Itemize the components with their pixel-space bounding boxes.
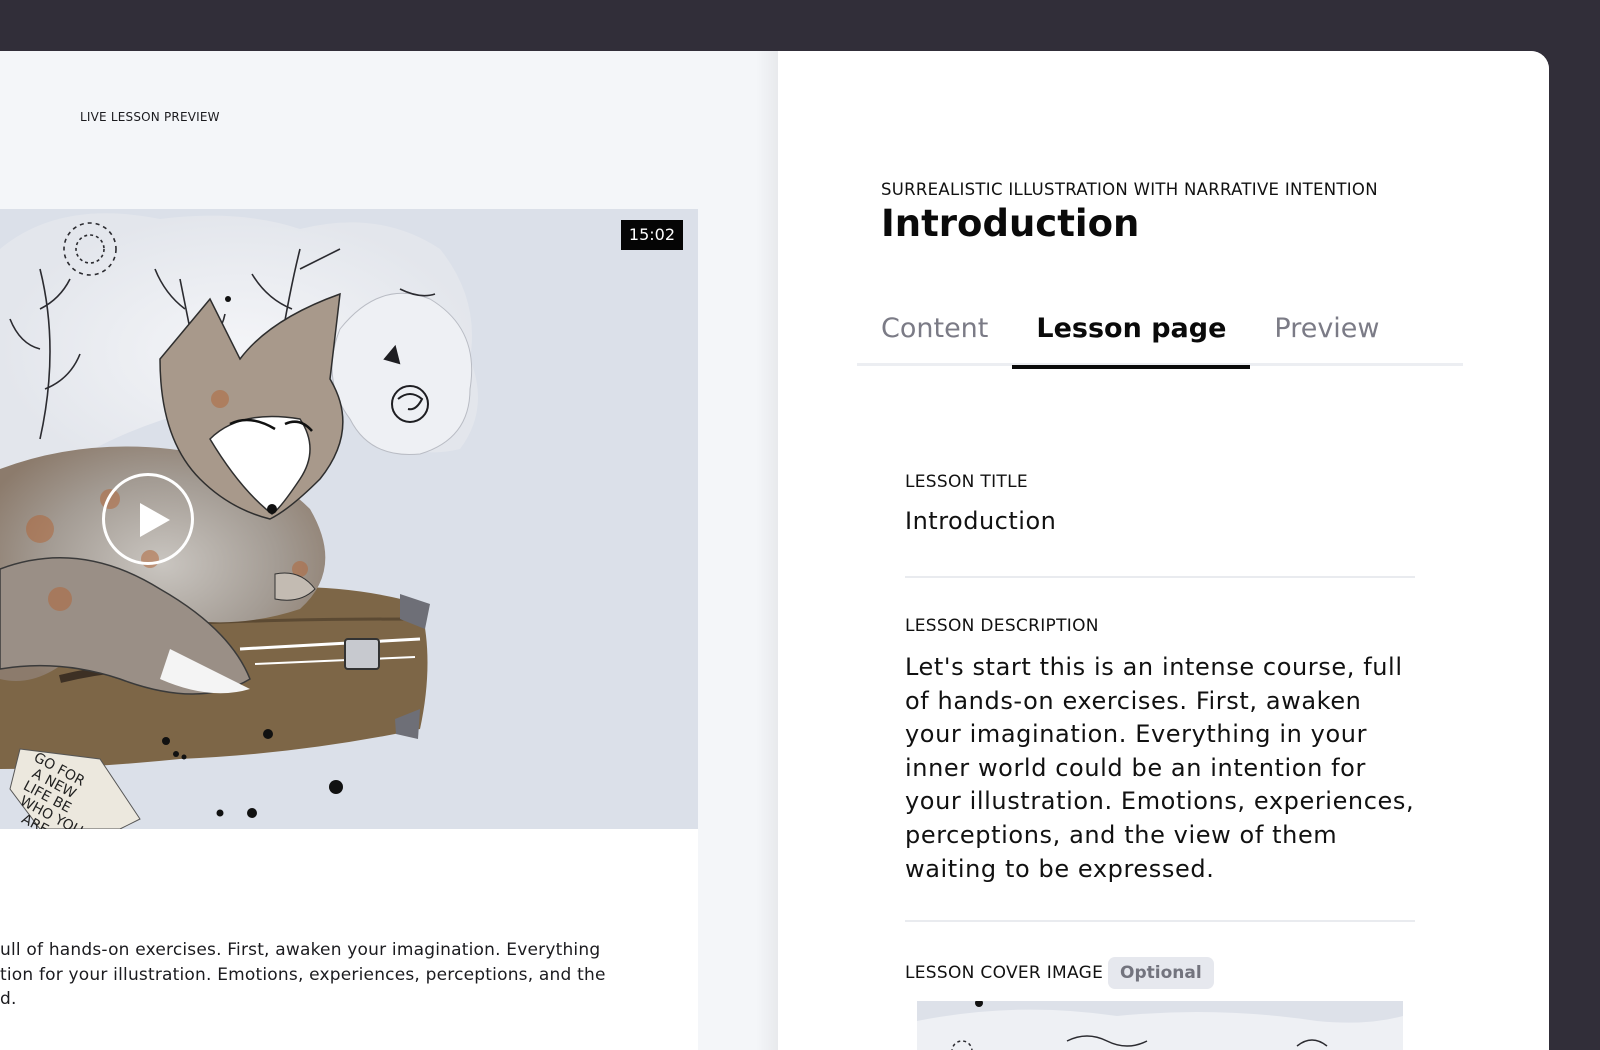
- preview-description: ull of hands-on exercises. First, awaken…: [0, 940, 606, 1009]
- lesson-title-field[interactable]: Introduction: [905, 507, 1056, 535]
- divider: [905, 920, 1415, 922]
- lesson-cover-image-label: LESSON COVER IMAGE: [905, 963, 1104, 983]
- lesson-editor-pane: SURREALISTIC ILLUSTRATION WITH NARRATIVE…: [778, 51, 1549, 1050]
- app-window: LIVE LESSON PREVIEW GO FOR A NEW LIFE BE…: [0, 51, 1549, 1050]
- video-duration-badge: 15:02: [620, 220, 683, 250]
- cover-image-illustration: [917, 1001, 1403, 1050]
- divider: [905, 576, 1415, 578]
- tab-content[interactable]: Content: [857, 291, 1012, 366]
- play-icon[interactable]: [102, 473, 194, 565]
- lesson-description-label: LESSON DESCRIPTION: [905, 616, 1099, 636]
- lesson-description-field[interactable]: Let's start this is an intense course, f…: [905, 651, 1415, 886]
- tab-lesson-page[interactable]: Lesson page: [1012, 291, 1251, 369]
- editor-tabs: Content Lesson page Preview: [857, 291, 1463, 369]
- preview-lesson-card: ull of hands-on exercises. First, awaken…: [0, 829, 698, 1050]
- video-player[interactable]: GO FOR A NEW LIFE BE WHO YOU ARE 15:02: [0, 209, 698, 829]
- cover-image-thumbnail[interactable]: [917, 1001, 1403, 1050]
- page-title: Introduction: [881, 202, 1140, 245]
- lesson-title-label: LESSON TITLE: [905, 472, 1028, 492]
- preview-label: LIVE LESSON PREVIEW: [80, 110, 220, 124]
- live-preview-pane: LIVE LESSON PREVIEW GO FOR A NEW LIFE BE…: [0, 51, 778, 1050]
- optional-badge: Optional: [1108, 957, 1214, 989]
- course-name: SURREALISTIC ILLUSTRATION WITH NARRATIVE…: [881, 180, 1378, 199]
- tab-preview[interactable]: Preview: [1250, 291, 1403, 366]
